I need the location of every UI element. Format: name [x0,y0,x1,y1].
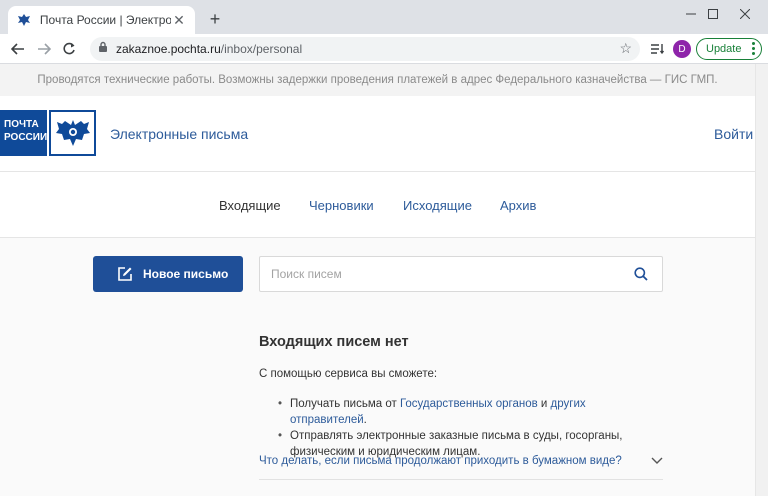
tab-close-icon[interactable]: ✕ [171,12,187,29]
faq-question: Что делать, если письма продолжают прихо… [259,455,622,467]
url-domain: zakaznoe.pochta.ru [116,42,221,56]
chevron-down-icon [651,456,663,468]
search-box [259,256,663,292]
tab-drafts[interactable]: Черновики [309,198,374,213]
browser-toolbar: zakaznoe.pochta.ru/inbox/personal ☆ D Up… [0,34,768,64]
update-label: Update [706,43,742,55]
empty-state-lead: С помощью сервиса вы сможете: [259,368,438,380]
login-link[interactable]: Войти [714,126,753,142]
pochta-logo[interactable]: ПОЧТА РОССИИ [0,110,47,156]
search-input[interactable] [271,267,621,281]
reading-list-icon[interactable] [648,39,668,59]
search-icon[interactable] [634,267,648,286]
update-button[interactable]: Update [696,38,762,60]
main-content: Новое письмо Входящих писем нет С помощь… [0,238,755,496]
tab-inbox[interactable]: Входящие [219,198,281,213]
logo-line1: ПОЧТА [4,119,39,130]
new-letter-button[interactable]: Новое письмо [93,256,243,292]
new-letter-label: Новое письмо [143,267,229,281]
browser-tab[interactable]: Почта России | Электронные пис ✕ [8,6,195,34]
eagle-favicon-icon [16,12,32,28]
divider [259,479,663,480]
gov-agencies-link[interactable]: Государственных органов [400,398,538,410]
maintenance-notice: Проводятся технические работы. Возможны … [0,64,755,96]
logo-line2: РОССИИ [4,132,48,143]
new-tab-icon[interactable]: + [204,9,226,29]
browser-tab-strip: Почта России | Электронные пис ✕ + [0,0,768,34]
bullet-text: Получать письма от [290,398,400,410]
url-path: /inbox/personal [220,42,303,56]
back-arrow-icon[interactable] [8,39,28,59]
reload-icon[interactable] [59,39,79,59]
address-bar[interactable]: zakaznoe.pochta.ru/inbox/personal ☆ [90,37,640,61]
close-window-icon[interactable] [722,0,768,28]
more-menu-icon [752,42,755,57]
tab-title: Почта России | Электронные пис [39,13,172,27]
service-name[interactable]: Электронные письма [110,126,248,142]
list-item: Получать письма от Государственных орган… [278,396,660,428]
empty-state-title: Входящих писем нет [259,334,409,350]
eagle-emblem-icon [49,110,96,156]
bullet-text: и [537,398,551,410]
edit-icon [117,266,133,282]
lock-icon [98,40,108,58]
forward-arrow-icon[interactable] [34,39,54,59]
tab-sent[interactable]: Исходящие [403,198,472,213]
site-header: ПОЧТА РОССИИ Электронные письма Войти [0,96,755,172]
bookmark-star-icon[interactable]: ☆ [619,40,632,57]
tab-archive[interactable]: Архив [500,198,536,213]
faq-accordion[interactable]: Что делать, если письма продолжают прихо… [259,455,663,467]
page-scrollbar[interactable] [755,64,768,496]
folder-nav: Входящие Черновики Исходящие Архив [0,172,755,238]
feature-list: Получать письма от Государственных орган… [278,396,660,460]
bullet-text: . [363,414,367,426]
profile-avatar[interactable]: D [673,40,691,58]
